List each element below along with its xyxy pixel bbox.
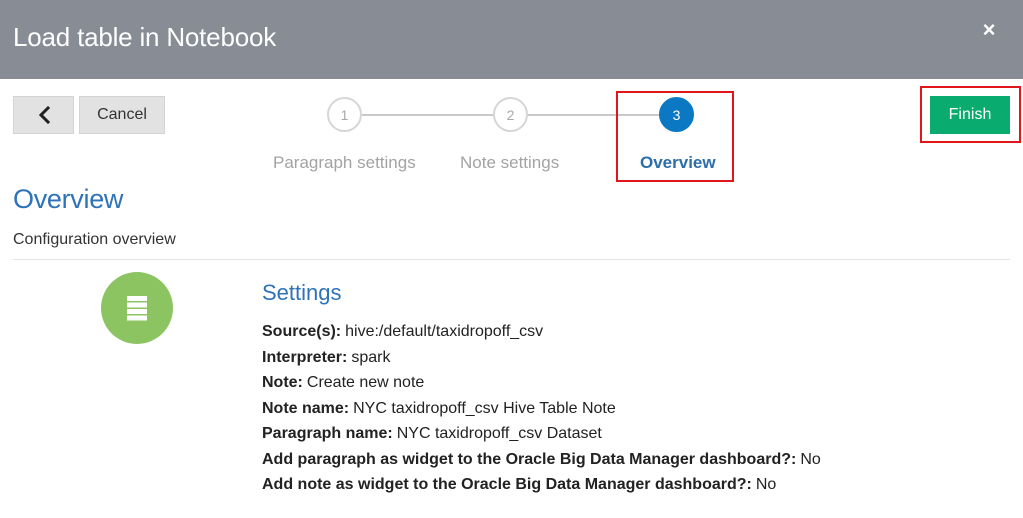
settings-badge	[101, 272, 173, 344]
settings-key: Source(s):	[262, 323, 342, 340]
step-2-label[interactable]: Note settings	[460, 153, 559, 173]
divider	[13, 259, 1010, 260]
settings-title: Settings	[262, 280, 342, 305]
page-title: Overview	[13, 184, 124, 214]
close-icon[interactable]: ×	[976, 17, 1002, 43]
highlight-box-finish	[920, 86, 1021, 143]
settings-value: spark	[351, 348, 391, 366]
chevron-left-icon	[38, 106, 50, 124]
settings-row-note-name: Note name: NYC taxidropoff_csv Hive Table…	[262, 396, 821, 422]
list-icon	[127, 296, 147, 321]
settings-key: Add note as widget to the Oracle Big Dat…	[262, 476, 752, 493]
settings-key: Note:	[262, 374, 303, 391]
settings-key: Interpreter:	[262, 348, 348, 366]
settings-value: NYC taxidropoff_csv Dataset	[396, 425, 602, 442]
settings-value: hive:/default/taxidropoff_csv	[345, 323, 544, 340]
step-1-label[interactable]: Paragraph settings	[273, 153, 416, 173]
step-1-circle[interactable]: 1	[327, 97, 362, 132]
settings-row-note: Note: Create new note	[262, 370, 821, 396]
settings-key: Note name:	[262, 399, 350, 417]
settings-value: NYC taxidropoff_csv Hive Table Note	[353, 399, 616, 417]
settings-row-paragraph-name: Paragraph name: NYC taxidropoff_csv Datas…	[262, 421, 821, 447]
dialog-title: Load table in Notebook	[13, 22, 277, 52]
stepper-connector	[362, 114, 496, 116]
settings-value: No	[755, 476, 777, 493]
settings-key: Paragraph name:	[262, 425, 393, 442]
page-subtitle: Configuration overview	[13, 231, 176, 248]
settings-key: Add paragraph as widget to the Oracle Bi…	[262, 450, 797, 468]
highlight-box-overview	[616, 91, 734, 182]
settings-value: No	[800, 450, 821, 468]
settings-row-note-widget: Add note as widget to the Oracle Big Dat…	[262, 472, 821, 498]
settings-row-paragraph-widget: Add paragraph as widget to the Oracle Bi…	[262, 447, 821, 473]
cancel-button[interactable]: Cancel	[79, 96, 165, 134]
settings-row-interpreter: Interpreter: spark	[262, 345, 821, 371]
dialog-header: Load table in Notebook ×	[0, 0, 1023, 79]
back-button[interactable]	[13, 96, 74, 134]
settings-list: Source(s): hive:/default/taxidropoff_csv …	[262, 319, 821, 498]
settings-row-sources: Source(s): hive:/default/taxidropoff_csv	[262, 319, 821, 345]
step-2-circle[interactable]: 2	[493, 97, 528, 132]
settings-value: Create new note	[306, 374, 425, 391]
